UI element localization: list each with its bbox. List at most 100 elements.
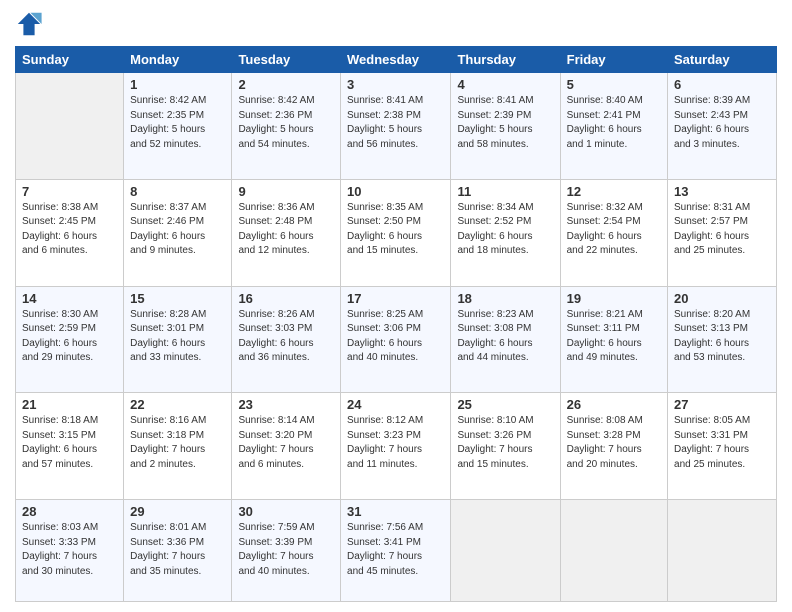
day-number: 18: [457, 291, 553, 306]
day-info: Sunrise: 8:14 AM Sunset: 3:20 PM Dayligh…: [238, 414, 334, 472]
day-cell: [451, 500, 560, 602]
day-info: Sunrise: 8:42 AM Sunset: 2:36 PM Dayligh…: [238, 94, 334, 152]
day-info: Sunrise: 7:56 AM Sunset: 3:41 PM Dayligh…: [347, 521, 444, 579]
day-cell: 7Sunrise: 8:38 AM Sunset: 2:45 PM Daylig…: [16, 179, 124, 286]
day-cell: 27Sunrise: 8:05 AM Sunset: 3:31 PM Dayli…: [668, 393, 777, 500]
calendar-container: SundayMondayTuesdayWednesdayThursdayFrid…: [0, 0, 792, 612]
day-cell: 20 Sunrise: 8:20 AM Sunset: 3:13 PM Dayli…: [668, 286, 777, 393]
day-number: 22: [130, 397, 225, 412]
day-info: Sunrise: 8:12 AM Sunset: 3:23 PM Dayligh…: [347, 414, 444, 472]
day-info: Sunrise: 8:31 AM Sunset: 2:57 PM Dayligh…: [674, 201, 770, 259]
day-number: 1: [130, 77, 225, 92]
day-info: Sunrise: 8:16 AM Sunset: 3:18 PM Dayligh…: [130, 414, 225, 472]
day-cell: 8 Sunrise: 8:37 AM Sunset: 2:46 PM Daylig…: [124, 179, 232, 286]
day-cell: 24 Sunrise: 8:12 AM Sunset: 3:23 PM Dayli…: [341, 393, 451, 500]
day-number: 14: [22, 291, 117, 306]
day-number: 3: [347, 77, 444, 92]
day-cell: 28 Sunrise: 8:03 AM Sunset: 3:33 PM Dayli…: [16, 500, 124, 602]
day-number: 30: [238, 504, 334, 519]
day-number: 9: [238, 184, 334, 199]
day-cell: 12 Sunrise: 8:32 AM Sunset: 2:54 PM Dayli…: [560, 179, 667, 286]
day-number: 12: [567, 184, 661, 199]
day-cell: 17 Sunrise: 8:25 AM Sunset: 3:06 PM Dayli…: [341, 286, 451, 393]
logo-icon: [15, 10, 43, 38]
day-cell: 30Sunrise: 7:59 AM Sunset: 3:39 PM Dayli…: [232, 500, 341, 602]
day-number: 20: [674, 291, 770, 306]
day-number: 27: [674, 397, 770, 412]
day-number: 2: [238, 77, 334, 92]
day-number: 6: [674, 77, 770, 92]
day-number: 4: [457, 77, 553, 92]
day-info: Sunrise: 8:40 AM Sunset: 2:41 PM Dayligh…: [567, 94, 661, 152]
day-cell: [16, 73, 124, 180]
day-info: Sunrise: 8:21 AM Sunset: 3:11 PM Dayligh…: [567, 308, 661, 366]
day-cell: 31Sunrise: 7:56 AM Sunset: 3:41 PM Dayli…: [341, 500, 451, 602]
day-cell: 18 Sunrise: 8:23 AM Sunset: 3:08 PM Dayli…: [451, 286, 560, 393]
day-info: Sunrise: 8:41 AM Sunset: 2:38 PM Dayligh…: [347, 94, 444, 152]
day-info: Sunrise: 8:37 AM Sunset: 2:46 PM Dayligh…: [130, 201, 225, 259]
day-info: Sunrise: 8:36 AM Sunset: 2:48 PM Dayligh…: [238, 201, 334, 259]
day-cell: 2 Sunrise: 8:42 AM Sunset: 2:36 PM Daylig…: [232, 73, 341, 180]
day-cell: 1Sunrise: 8:42 AM Sunset: 2:35 PM Daylig…: [124, 73, 232, 180]
calendar-table: SundayMondayTuesdayWednesdayThursdayFrid…: [15, 46, 777, 602]
day-number: 13: [674, 184, 770, 199]
weekday-saturday: Saturday: [668, 47, 777, 73]
day-info: Sunrise: 8:34 AM Sunset: 2:52 PM Dayligh…: [457, 201, 553, 259]
logo: [15, 10, 47, 38]
day-cell: 6 Sunrise: 8:39 AM Sunset: 2:43 PM Daylig…: [668, 73, 777, 180]
day-cell: 29Sunrise: 8:01 AM Sunset: 3:36 PM Dayli…: [124, 500, 232, 602]
day-number: 8: [130, 184, 225, 199]
day-cell: 25Sunrise: 8:10 AM Sunset: 3:26 PM Dayli…: [451, 393, 560, 500]
week-row-1: 1Sunrise: 8:42 AM Sunset: 2:35 PM Daylig…: [16, 73, 777, 180]
day-cell: 22 Sunrise: 8:16 AM Sunset: 3:18 PM Dayli…: [124, 393, 232, 500]
day-cell: 15Sunrise: 8:28 AM Sunset: 3:01 PM Dayli…: [124, 286, 232, 393]
day-number: 10: [347, 184, 444, 199]
day-info: Sunrise: 8:41 AM Sunset: 2:39 PM Dayligh…: [457, 94, 553, 152]
week-row-5: 28 Sunrise: 8:03 AM Sunset: 3:33 PM Dayli…: [16, 500, 777, 602]
week-row-2: 7Sunrise: 8:38 AM Sunset: 2:45 PM Daylig…: [16, 179, 777, 286]
week-row-3: 14 Sunrise: 8:30 AM Sunset: 2:59 PM Dayli…: [16, 286, 777, 393]
day-info: Sunrise: 8:35 AM Sunset: 2:50 PM Dayligh…: [347, 201, 444, 259]
day-cell: 26 Sunrise: 8:08 AM Sunset: 3:28 PM Dayli…: [560, 393, 667, 500]
weekday-thursday: Thursday: [451, 47, 560, 73]
header: [15, 10, 777, 38]
day-cell: 10 Sunrise: 8:35 AM Sunset: 2:50 PM Dayli…: [341, 179, 451, 286]
day-cell: [668, 500, 777, 602]
day-info: Sunrise: 8:38 AM Sunset: 2:45 PM Dayligh…: [22, 201, 117, 259]
day-number: 17: [347, 291, 444, 306]
day-number: 11: [457, 184, 553, 199]
day-cell: 16Sunrise: 8:26 AM Sunset: 3:03 PM Dayli…: [232, 286, 341, 393]
day-number: 26: [567, 397, 661, 412]
weekday-monday: Monday: [124, 47, 232, 73]
day-info: Sunrise: 8:23 AM Sunset: 3:08 PM Dayligh…: [457, 308, 553, 366]
day-info: Sunrise: 8:39 AM Sunset: 2:43 PM Dayligh…: [674, 94, 770, 152]
day-info: Sunrise: 8:28 AM Sunset: 3:01 PM Dayligh…: [130, 308, 225, 366]
day-cell: 21 Sunrise: 8:18 AM Sunset: 3:15 PM Dayli…: [16, 393, 124, 500]
day-info: Sunrise: 8:08 AM Sunset: 3:28 PM Dayligh…: [567, 414, 661, 472]
day-cell: 9 Sunrise: 8:36 AM Sunset: 2:48 PM Daylig…: [232, 179, 341, 286]
day-info: Sunrise: 8:30 AM Sunset: 2:59 PM Dayligh…: [22, 308, 117, 366]
day-info: Sunrise: 8:03 AM Sunset: 3:33 PM Dayligh…: [22, 521, 117, 579]
weekday-friday: Friday: [560, 47, 667, 73]
day-cell: [560, 500, 667, 602]
day-info: Sunrise: 8:25 AM Sunset: 3:06 PM Dayligh…: [347, 308, 444, 366]
day-info: Sunrise: 8:32 AM Sunset: 2:54 PM Dayligh…: [567, 201, 661, 259]
day-cell: 5Sunrise: 8:40 AM Sunset: 2:41 PM Daylig…: [560, 73, 667, 180]
weekday-wednesday: Wednesday: [341, 47, 451, 73]
day-cell: 4 Sunrise: 8:41 AM Sunset: 2:39 PM Daylig…: [451, 73, 560, 180]
day-info: Sunrise: 8:18 AM Sunset: 3:15 PM Dayligh…: [22, 414, 117, 472]
day-number: 19: [567, 291, 661, 306]
day-info: Sunrise: 8:20 AM Sunset: 3:13 PM Dayligh…: [674, 308, 770, 366]
day-cell: 23Sunrise: 8:14 AM Sunset: 3:20 PM Dayli…: [232, 393, 341, 500]
day-number: 24: [347, 397, 444, 412]
day-cell: 13 Sunrise: 8:31 AM Sunset: 2:57 PM Dayli…: [668, 179, 777, 286]
day-info: Sunrise: 8:10 AM Sunset: 3:26 PM Dayligh…: [457, 414, 553, 472]
weekday-sunday: Sunday: [16, 47, 124, 73]
day-cell: 19 Sunrise: 8:21 AM Sunset: 3:11 PM Dayli…: [560, 286, 667, 393]
week-row-4: 21 Sunrise: 8:18 AM Sunset: 3:15 PM Dayli…: [16, 393, 777, 500]
day-number: 21: [22, 397, 117, 412]
day-cell: 3 Sunrise: 8:41 AM Sunset: 2:38 PM Daylig…: [341, 73, 451, 180]
day-number: 29: [130, 504, 225, 519]
day-number: 28: [22, 504, 117, 519]
day-cell: 11 Sunrise: 8:34 AM Sunset: 2:52 PM Dayli…: [451, 179, 560, 286]
